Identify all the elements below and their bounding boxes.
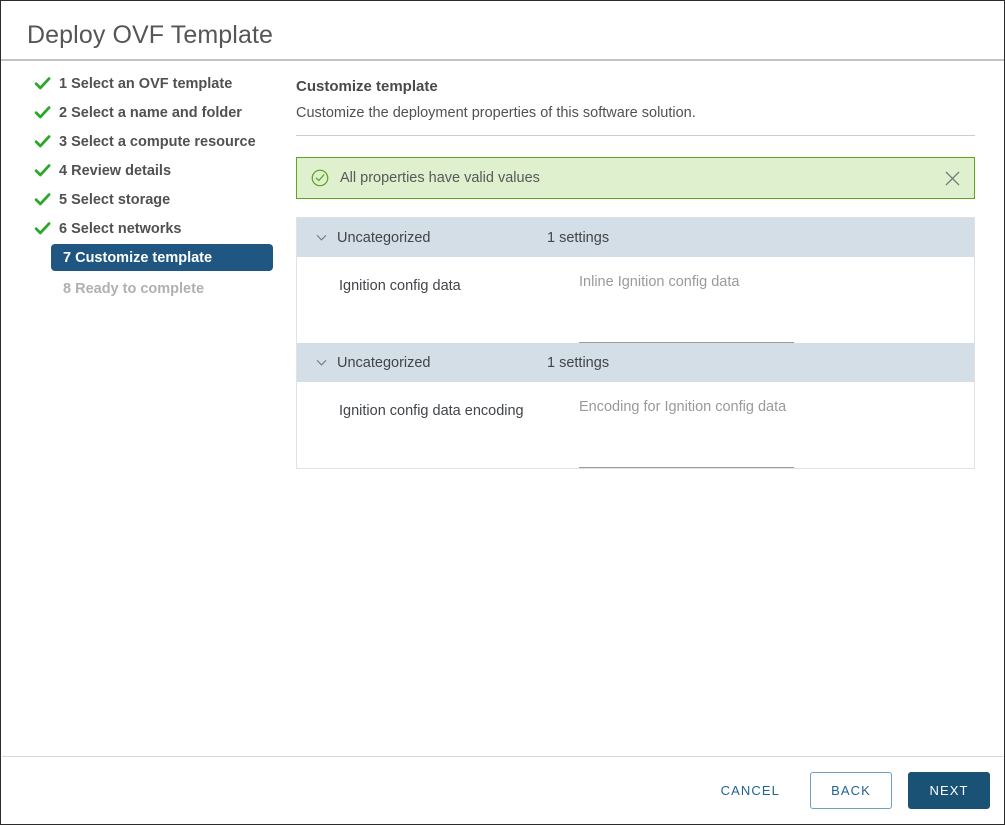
sidebar-item-select-compute-resource[interactable]: 3 Select a compute resource	[1, 127, 286, 156]
chevron-down-icon[interactable]	[315, 356, 328, 369]
sidebar-item-label: 3 Select a compute resource	[59, 133, 256, 150]
settings-card: Uncategorized 1 settings Ignition config…	[296, 217, 975, 469]
check-icon	[34, 77, 51, 90]
sidebar-item-ready-to-complete[interactable]: 8 Ready to complete	[51, 274, 286, 303]
wizard-header: Deploy OVF Template	[1, 1, 1004, 61]
setting-row: Ignition config data Inline Ignition con…	[297, 257, 974, 343]
check-icon	[34, 193, 51, 206]
wizard-step-nav: 1 Select an OVF template 2 Select a name…	[1, 69, 286, 303]
setting-field: Inline Ignition config data	[579, 272, 909, 343]
setting-description: Encoding for Ignition config data	[579, 399, 787, 415]
sidebar-item-customize-template[interactable]: 7 Customize template	[51, 244, 273, 271]
ignition-config-data-input[interactable]	[579, 324, 794, 343]
wizard-footer: CANCEL BACK NEXT	[2, 756, 1003, 824]
sidebar-item-label: 8 Ready to complete	[63, 280, 205, 297]
section-subtitle: Customize the deployment properties of t…	[296, 105, 696, 121]
setting-label: Ignition config data	[339, 278, 461, 294]
settings-group-header[interactable]: Uncategorized 1 settings	[297, 218, 974, 257]
setting-row: Ignition config data encoding Encoding f…	[297, 382, 974, 468]
section-title: Customize template	[296, 78, 438, 95]
setting-field: Encoding for Ignition config data	[579, 397, 909, 468]
sidebar-item-label: 7 Customize template	[63, 249, 213, 266]
validation-alert-message: All properties have valid values	[340, 170, 540, 186]
sidebar-item-label: 4 Review details	[59, 162, 172, 179]
validation-alert: All properties have valid values	[296, 157, 975, 199]
cancel-button[interactable]: CANCEL	[709, 777, 792, 804]
next-button[interactable]: NEXT	[908, 772, 990, 809]
check-icon	[34, 222, 51, 235]
sidebar-item-select-networks[interactable]: 6 Select networks	[1, 214, 286, 243]
check-icon	[34, 135, 51, 148]
deploy-ovf-template-wizard: Deploy OVF Template 1 Select an OVF temp…	[0, 0, 1005, 825]
back-button[interactable]: BACK	[810, 772, 892, 809]
sidebar-item-select-storage[interactable]: 5 Select storage	[1, 185, 286, 214]
check-icon	[34, 106, 51, 119]
settings-group-count: 1 settings	[547, 229, 610, 246]
setting-description: Inline Ignition config data	[579, 274, 740, 290]
section-divider	[296, 135, 975, 136]
ignition-config-data-encoding-input[interactable]	[579, 449, 794, 468]
sidebar-item-label: 1 Select an OVF template	[59, 75, 233, 92]
settings-group-header[interactable]: Uncategorized 1 settings	[297, 343, 974, 382]
settings-group-name: Uncategorized	[337, 229, 431, 246]
sidebar-item-review-details[interactable]: 4 Review details	[1, 156, 286, 185]
page-title: Deploy OVF Template	[27, 21, 273, 49]
settings-group-count: 1 settings	[547, 354, 610, 371]
sidebar-item-label: 5 Select storage	[59, 191, 171, 208]
chevron-down-icon[interactable]	[315, 231, 328, 244]
setting-label: Ignition config data encoding	[339, 403, 524, 419]
sidebar-item-select-name-and-folder[interactable]: 2 Select a name and folder	[1, 98, 286, 127]
check-icon	[34, 164, 51, 177]
settings-group-name: Uncategorized	[337, 354, 431, 371]
wizard-main-content: Customize template Customize the deploym…	[296, 77, 975, 469]
close-icon[interactable]	[943, 169, 962, 188]
success-check-circle-icon	[311, 169, 329, 187]
sidebar-item-label: 2 Select a name and folder	[59, 104, 242, 121]
sidebar-item-label: 6 Select networks	[59, 220, 182, 237]
sidebar-item-select-ovf-template[interactable]: 1 Select an OVF template	[1, 69, 286, 98]
